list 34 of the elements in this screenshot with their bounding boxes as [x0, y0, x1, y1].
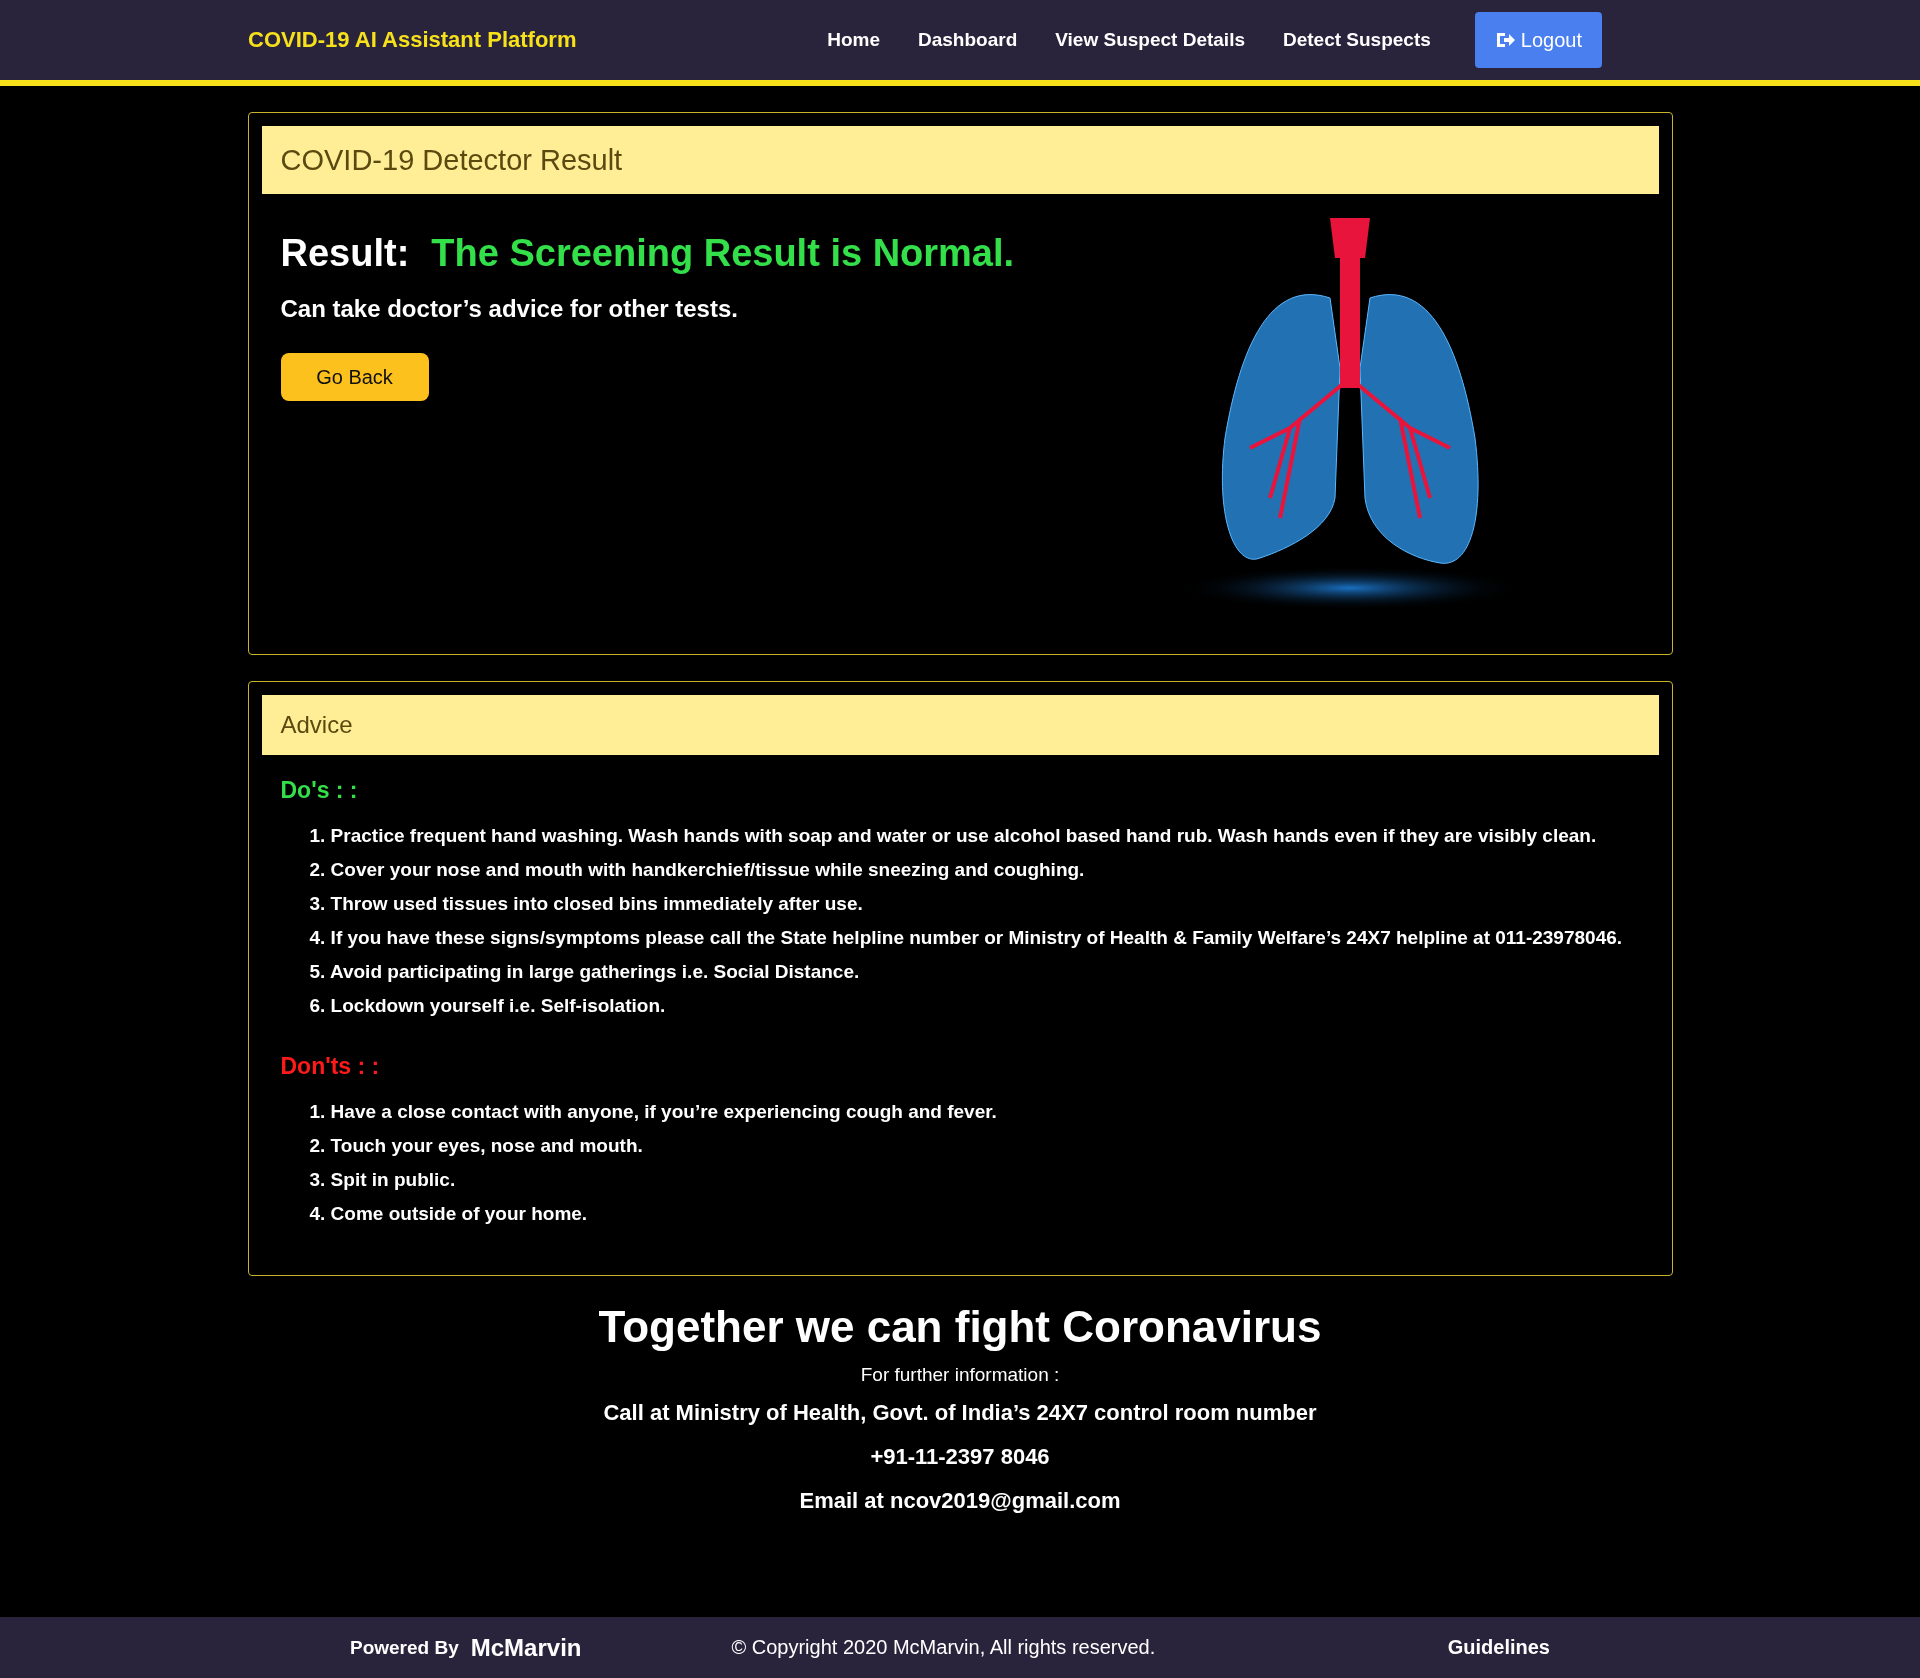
list-item: 2. Touch your eyes, nose and mouth. — [309, 1134, 643, 1157]
footer-brand: McMarvin — [470, 1633, 582, 1662]
brand-title[interactable]: COVID-19 AI Assistant Platform — [248, 27, 577, 53]
copyright-text: © Copyright 2020 McMarvin, All rights reserved. — [731, 1636, 1156, 1659]
list-item: 4. Come outside of your home. — [309, 1202, 588, 1225]
list-item: 1. Practice frequent hand washing. Wash hands with soap and water or use alcohol based hand rub. Wash hands even if they are visibly clean. — [309, 824, 1597, 847]
nav-link[interactable]: Dashboard — [918, 29, 1018, 51]
advice-text: Can take doctor’s advice for other tests. — [280, 295, 739, 323]
list-item: 2. Cover your nose and mouth with handkerchief/tissue while sneezing and coughing. — [309, 858, 1085, 881]
card-header: Advice — [261, 695, 1659, 755]
go-back-button[interactable]: Go Back — [280, 353, 429, 401]
section-heading: Do's : : — [280, 777, 359, 804]
card-header: COVID-19 Detector Result — [261, 126, 1659, 194]
result-label: Result: — [280, 232, 410, 275]
guidelines-link[interactable]: Guidelines — [1447, 1636, 1550, 1659]
info-heading: Together we can fight Coronavirus — [598, 1302, 1322, 1352]
info-line: Email at ncov2019@gmail.com — [799, 1488, 1121, 1514]
list-item: 1. Have a close contact with anyone, if you’re experiencing cough and fever. — [309, 1100, 997, 1123]
logout-button[interactable]: Logout — [1474, 12, 1602, 68]
info-line: Call at Ministry of Health, Govt. of India’s 24X7 control room number — [603, 1400, 1317, 1426]
nav-link[interactable]: View Suspect Details — [1055, 29, 1245, 51]
info-subtitle: For further information : — [860, 1364, 1060, 1386]
list-item: 5. Avoid participating in large gatherings i.e. Social Distance. — [309, 960, 860, 983]
powered-by-text: Powered By — [350, 1636, 459, 1659]
list-item: 3. Throw used tissues into closed bins immediately after use. — [309, 892, 863, 915]
logout-icon — [1494, 31, 1515, 49]
nav-link[interactable]: Home — [827, 29, 880, 51]
list-item: 4. If you have these signs/symptoms please call the State helpline number or Ministry of Health & Family Welfare’s 24X7 helpline at 011-23978046. — [309, 926, 1623, 949]
info-line: +91-11-2397 8046 — [870, 1444, 1050, 1470]
result-text: The Screening Result is Normal. — [431, 232, 1015, 275]
section-heading: Don'ts : : — [280, 1053, 381, 1080]
nav-link[interactable]: Detect Suspects — [1283, 29, 1431, 51]
list-item: 6. Lockdown yourself i.e. Self-isolation. — [309, 994, 666, 1017]
list-item: 3. Spit in public. — [309, 1168, 456, 1191]
